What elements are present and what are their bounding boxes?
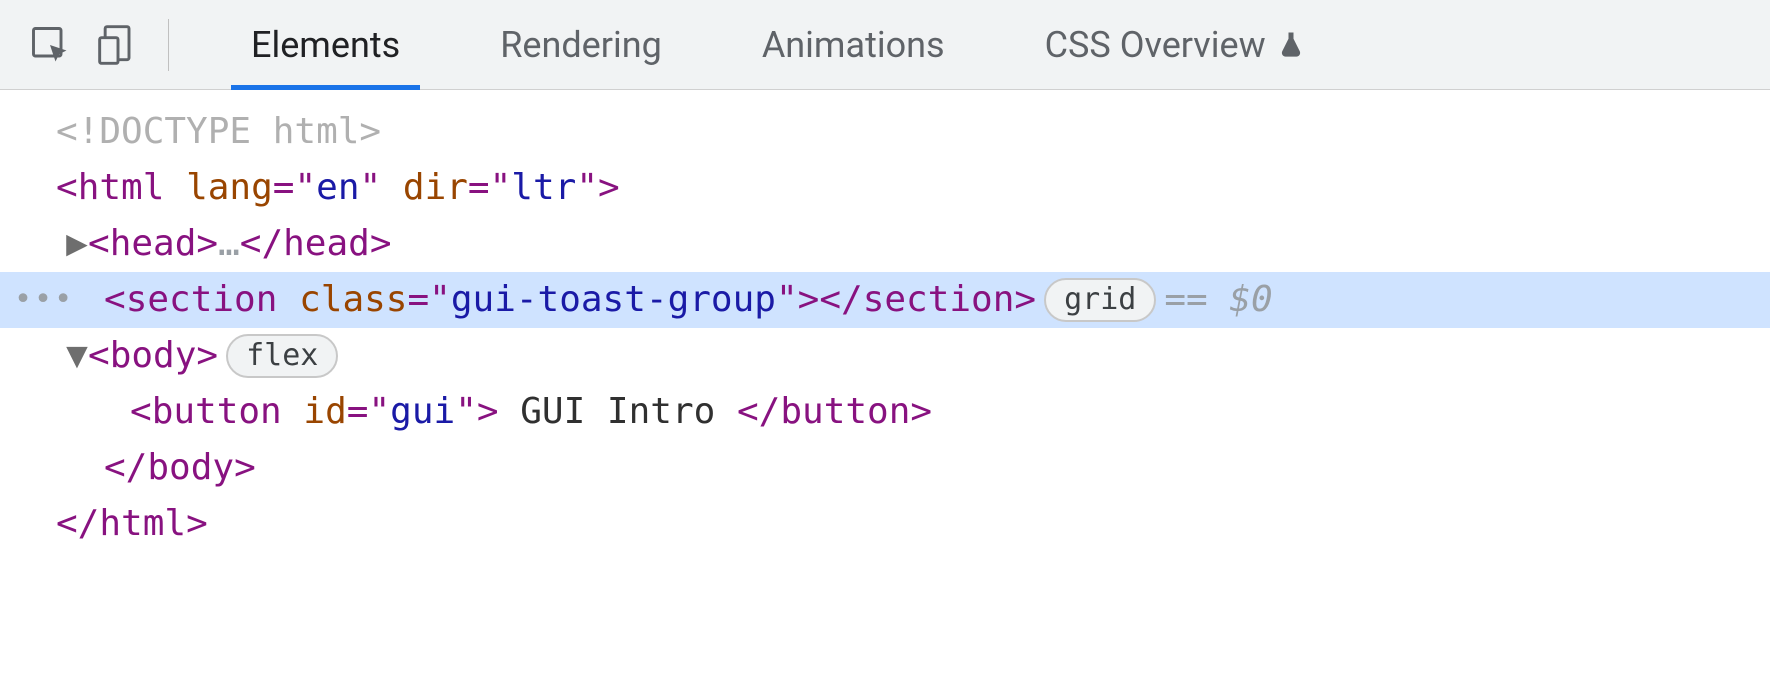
tab-animations[interactable]: Animations [742, 0, 965, 89]
dom-node-html-open[interactable]: <html lang="en" dir="ltr"> [0, 160, 1770, 216]
doctype-text: <!DOCTYPE html> [56, 104, 381, 160]
dom-node-section-selected[interactable]: ••• <section class="gui-toast-group"></s… [0, 272, 1770, 328]
tab-css-overview[interactable]: CSS Overview [1025, 0, 1326, 89]
toolbar-divider [168, 19, 169, 71]
layout-badge-flex[interactable]: flex [226, 334, 338, 378]
inspect-element-icon[interactable] [28, 23, 72, 67]
tab-label: CSS Overview [1045, 24, 1266, 66]
tab-rendering[interactable]: Rendering [480, 0, 682, 89]
dom-node-html-close[interactable]: </html> [0, 496, 1770, 552]
tab-label: Rendering [500, 24, 662, 66]
console-reference: == $0 [1164, 272, 1272, 328]
dom-node-head[interactable]: ▶ <head>…</head> [0, 216, 1770, 272]
layout-badge-grid[interactable]: grid [1044, 278, 1156, 322]
devtools-toolbar: Elements Rendering Animations CSS Overvi… [0, 0, 1770, 90]
dom-node-body-close[interactable]: </body> [0, 440, 1770, 496]
tab-label: Elements [251, 24, 400, 66]
dom-node-button[interactable]: <button id="gui"> GUI Intro </button> [0, 384, 1770, 440]
panel-tabs: Elements Rendering Animations CSS Overvi… [231, 0, 1326, 89]
dom-node-doctype[interactable]: <!DOCTYPE html> [0, 104, 1770, 160]
more-actions-icon[interactable]: ••• [14, 272, 74, 328]
dom-node-body-open[interactable]: ▼ <body> flex [0, 328, 1770, 384]
experiment-flask-icon [1276, 30, 1306, 60]
device-toolbar-icon[interactable] [96, 23, 140, 67]
elements-dom-tree[interactable]: <!DOCTYPE html> <html lang="en" dir="ltr… [0, 90, 1770, 582]
tab-label: Animations [762, 24, 945, 66]
tab-elements[interactable]: Elements [231, 0, 420, 89]
